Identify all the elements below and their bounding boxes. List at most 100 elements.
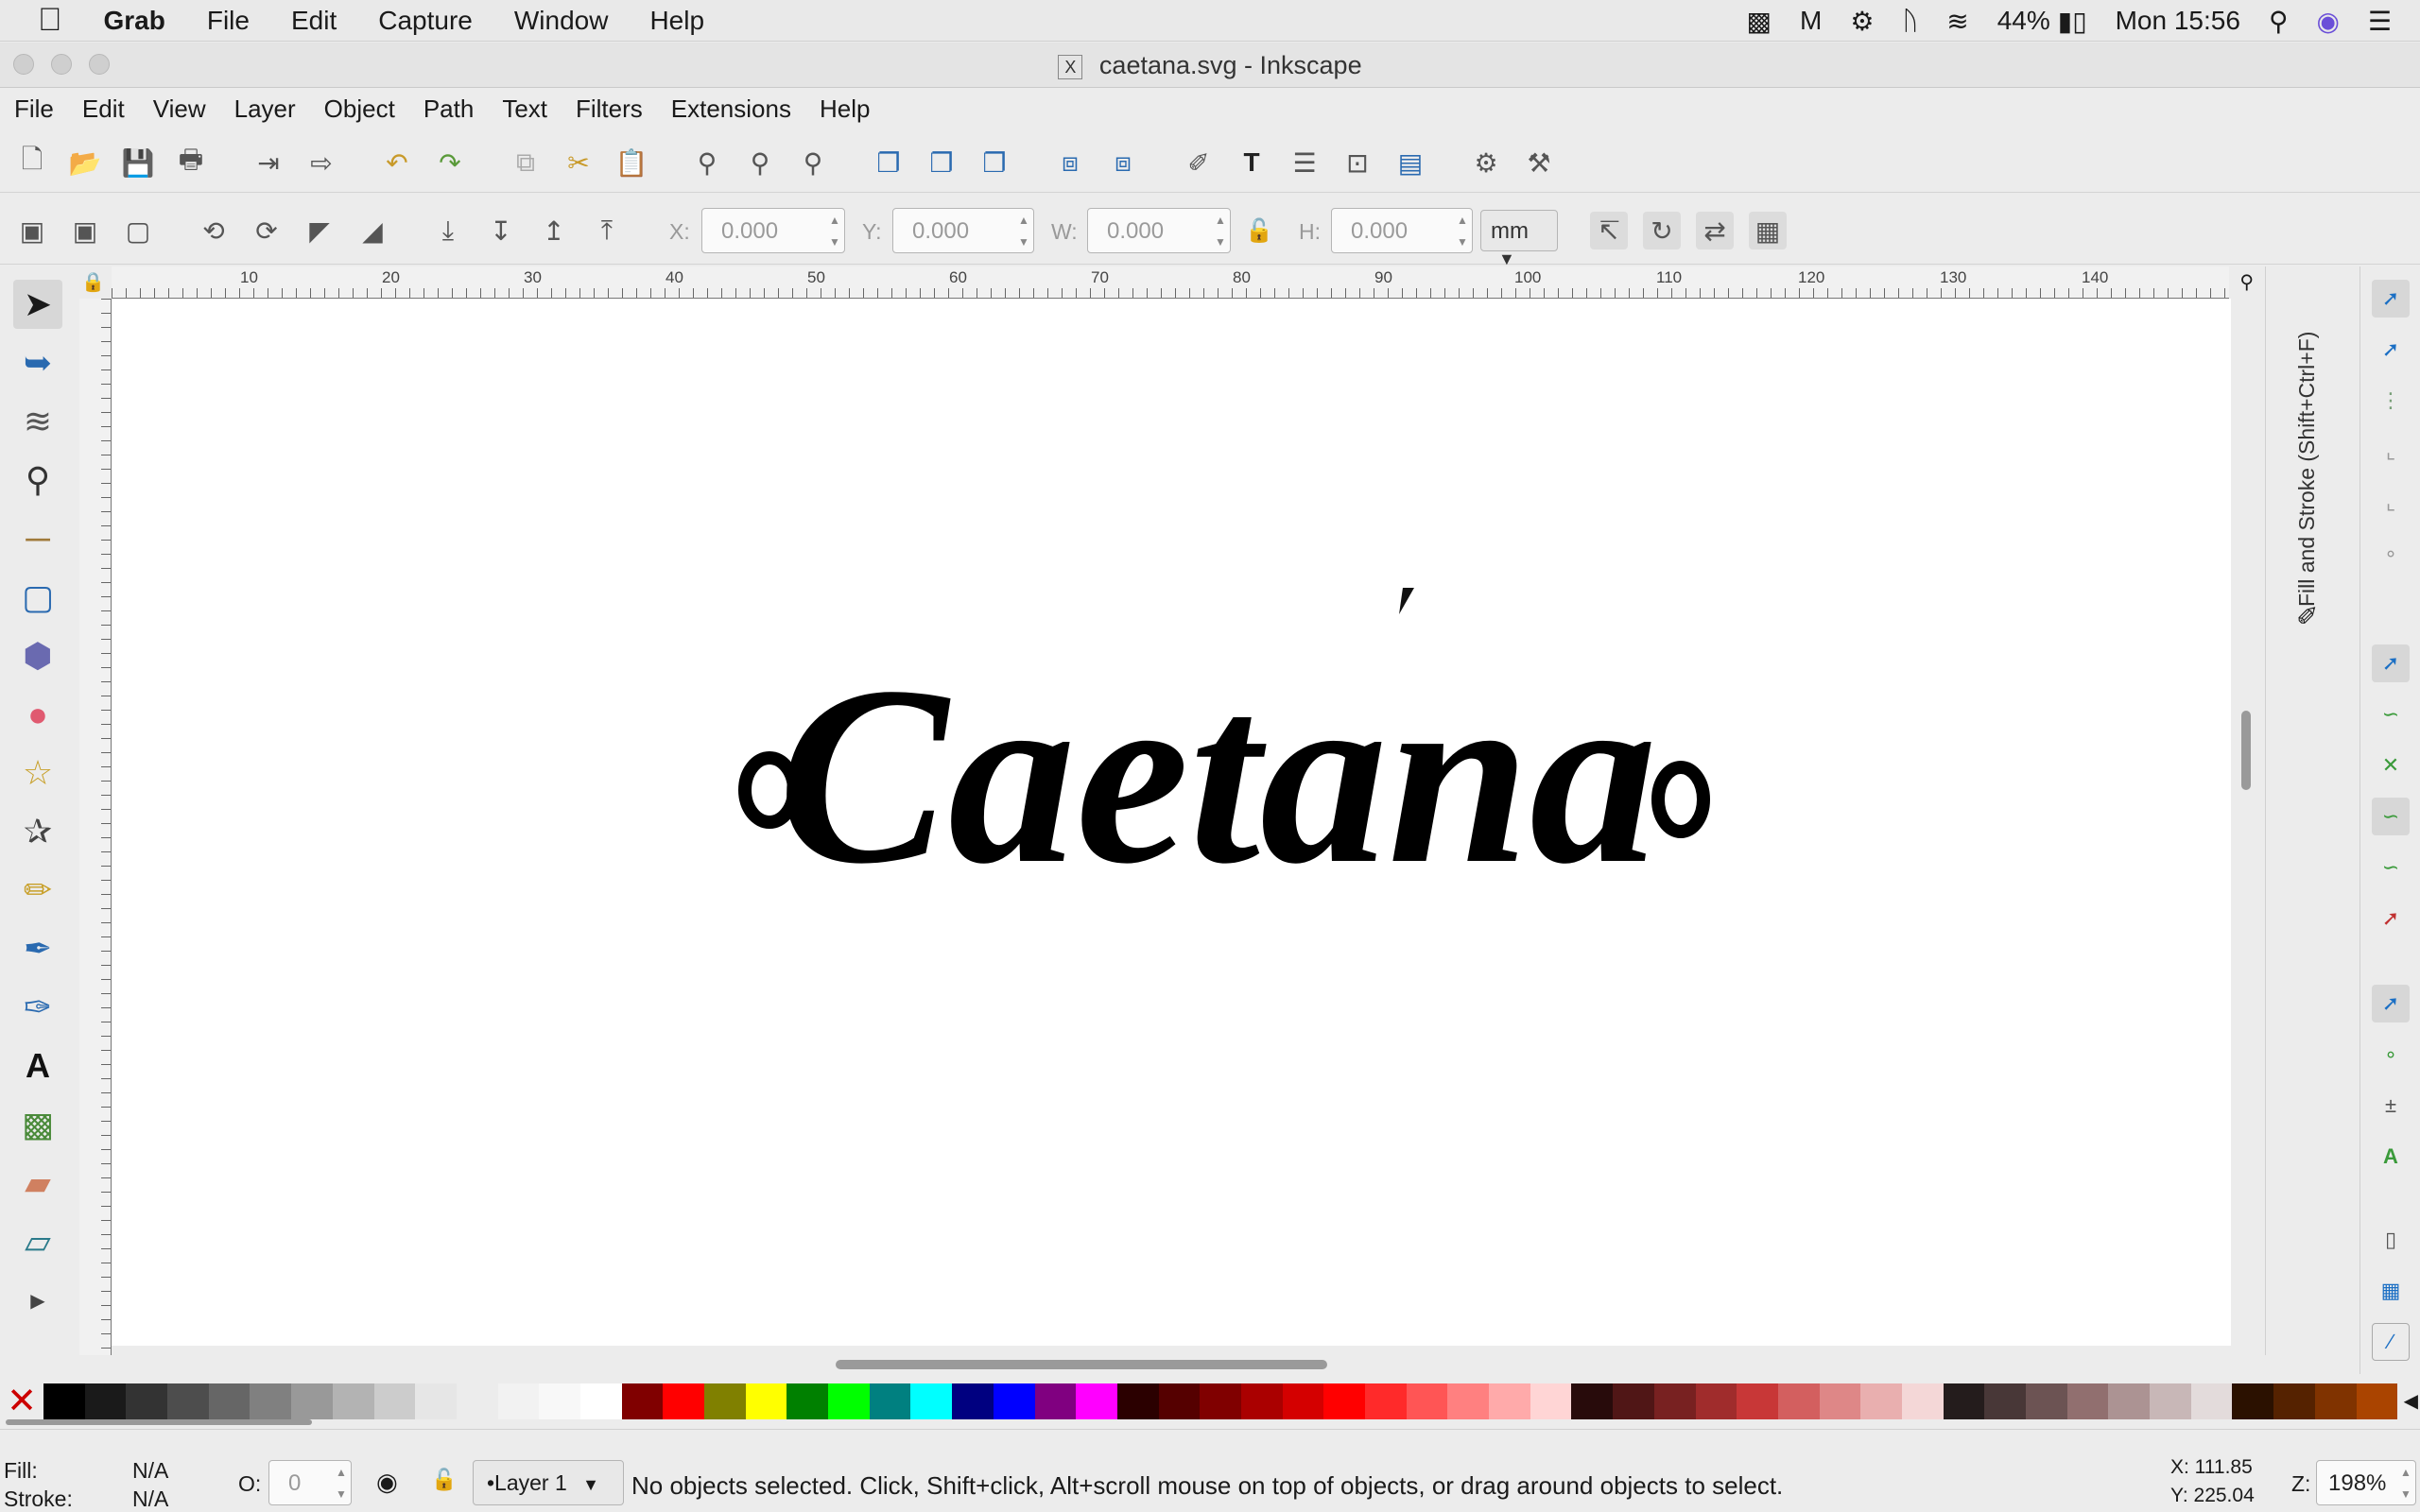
color-swatch[interactable] bbox=[1489, 1383, 1530, 1419]
color-swatch[interactable] bbox=[1571, 1383, 1614, 1419]
snap-grid-icon[interactable]: ▦ bbox=[2372, 1272, 2410, 1310]
notification-center-icon[interactable]: ☰ bbox=[2368, 6, 2392, 37]
preferences-icon[interactable]: ⚒ bbox=[1520, 144, 1558, 181]
color-swatch[interactable] bbox=[621, 1383, 664, 1419]
spray-tool-icon[interactable]: ▩ bbox=[13, 1100, 62, 1149]
lock-guides-icon[interactable]: 🔒 bbox=[81, 270, 105, 294]
color-swatch[interactable] bbox=[1406, 1383, 1448, 1419]
fill-stroke-dock-tab[interactable]: Fill and Stroke (Shift+Ctrl+F) ✐ bbox=[2265, 266, 2360, 1355]
color-swatch[interactable] bbox=[1777, 1383, 1820, 1419]
color-swatch[interactable] bbox=[993, 1383, 1035, 1419]
snap-guides-icon[interactable]: ∕ bbox=[2372, 1323, 2410, 1361]
toggle-lock-icon[interactable]: 🔓 bbox=[431, 1468, 457, 1492]
save-icon[interactable]: 💾 bbox=[119, 144, 157, 181]
color-swatch[interactable] bbox=[250, 1383, 292, 1419]
menu-filters[interactable]: Filters bbox=[562, 94, 657, 124]
color-swatch[interactable] bbox=[2150, 1383, 2191, 1419]
fan-icon[interactable]: ⚙ bbox=[1850, 6, 1874, 37]
x-field[interactable]: 0.000 ▲ ▼ bbox=[701, 208, 845, 253]
snap-rotation-centers-icon[interactable]: ± bbox=[2372, 1087, 2410, 1125]
color-swatch[interactable] bbox=[84, 1383, 127, 1419]
color-swatch[interactable] bbox=[1530, 1383, 1572, 1419]
w-field[interactable]: 0.000 ▲ ▼ bbox=[1087, 208, 1231, 253]
color-swatch[interactable] bbox=[208, 1383, 251, 1419]
paste-icon[interactable]: 📋 bbox=[613, 144, 650, 181]
zoom-corner-icon[interactable]: ⚲ bbox=[2239, 270, 2254, 294]
snap-others-icon[interactable]: ➚ bbox=[2372, 985, 2410, 1022]
mac-menu-edit[interactable]: Edit bbox=[291, 6, 337, 36]
deselect-icon[interactable]: ▢ bbox=[119, 212, 157, 249]
color-swatch[interactable] bbox=[2190, 1383, 2233, 1419]
document-properties-icon[interactable]: ⚙ bbox=[1467, 144, 1505, 181]
vertical-scroll-thumb[interactable] bbox=[2241, 711, 2251, 790]
color-swatch[interactable] bbox=[291, 1383, 333, 1419]
zoom-drawing-icon[interactable]: ⚲ bbox=[741, 144, 779, 181]
clone-icon[interactable]: ❐ bbox=[923, 144, 960, 181]
lower-icon[interactable]: ↧ bbox=[482, 212, 520, 249]
rotate-ccw-icon[interactable]: ⟲ bbox=[195, 212, 233, 249]
fill-value[interactable]: N/A bbox=[132, 1458, 168, 1484]
color-swatch[interactable] bbox=[126, 1383, 168, 1419]
select-all-layers-icon[interactable]: ▣ bbox=[66, 212, 104, 249]
ellipse-tool-icon[interactable]: ● bbox=[13, 690, 62, 739]
color-swatch[interactable] bbox=[1695, 1383, 1737, 1419]
zoom-field[interactable]: 198% ▲ ▼ bbox=[2316, 1460, 2416, 1505]
spotlight-search-icon[interactable]: ⚲ bbox=[2269, 6, 2289, 37]
expand-toolbox-icon[interactable]: ▶ bbox=[13, 1276, 62, 1325]
layers-icon[interactable]: ☰ bbox=[1286, 144, 1323, 181]
pencil-tool-icon[interactable]: ✏ bbox=[13, 866, 62, 915]
opacity-spinner[interactable]: ▲ ▼ bbox=[332, 1461, 351, 1504]
battery-icon[interactable]: ▮▯ bbox=[2058, 6, 2087, 37]
raise-to-top-icon[interactable]: ⤒ bbox=[588, 212, 626, 249]
color-swatch[interactable] bbox=[1901, 1383, 1944, 1419]
calligraphy-tool-icon[interactable]: ✑ bbox=[13, 983, 62, 1032]
color-swatch[interactable] bbox=[910, 1383, 953, 1419]
text-tool-icon[interactable]: A bbox=[13, 1041, 62, 1091]
menu-text[interactable]: Text bbox=[488, 94, 562, 124]
color-swatch[interactable] bbox=[1116, 1383, 1159, 1419]
no-paint-icon[interactable]: ✕ bbox=[4, 1383, 40, 1419]
menu-view[interactable]: View bbox=[139, 94, 220, 124]
color-swatch[interactable] bbox=[1860, 1383, 1902, 1419]
measure-tool-icon[interactable]: ─ bbox=[13, 514, 62, 563]
mac-menu-app[interactable]: Grab bbox=[104, 6, 165, 36]
stroke-value[interactable]: N/A bbox=[132, 1486, 168, 1512]
copy-icon[interactable]: ⧉ bbox=[507, 144, 544, 181]
color-swatch[interactable] bbox=[1653, 1383, 1696, 1419]
star-tool-icon[interactable]: ☆ bbox=[13, 748, 62, 798]
snap-paths-icon[interactable]: ∽ bbox=[2372, 696, 2410, 733]
opacity-field[interactable]: 0 ▲ ▼ bbox=[268, 1460, 352, 1505]
mac-menu-file[interactable]: File bbox=[207, 6, 250, 36]
color-swatch[interactable] bbox=[1034, 1383, 1077, 1419]
snap-page-border-icon[interactable]: ▯ bbox=[2372, 1221, 2410, 1259]
drawing-canvas[interactable]: Caetana bbox=[112, 299, 2231, 1346]
unlink-clone-icon[interactable]: ❐ bbox=[976, 144, 1013, 181]
ungroup-icon[interactable]: ⧈ bbox=[1104, 144, 1142, 181]
scale-stroke-icon[interactable]: ↸ bbox=[1590, 212, 1628, 249]
scale-radii-icon[interactable]: ↻ bbox=[1643, 212, 1681, 249]
y-spinner[interactable]: ▲ ▼ bbox=[1014, 209, 1033, 252]
color-swatch[interactable] bbox=[663, 1383, 704, 1419]
zoom-page-icon[interactable]: ⚲ bbox=[794, 144, 832, 181]
snap-intersections-icon[interactable]: ✕ bbox=[2372, 747, 2410, 784]
eraser-tool-icon[interactable]: ▰ bbox=[13, 1159, 62, 1208]
color-swatch[interactable] bbox=[952, 1383, 994, 1419]
move-patterns-icon[interactable]: ▦ bbox=[1749, 212, 1787, 249]
color-swatch[interactable] bbox=[2066, 1383, 2109, 1419]
menu-extensions[interactable]: Extensions bbox=[657, 94, 805, 124]
snap-smooth-nodes-icon[interactable]: ∽ bbox=[2372, 849, 2410, 886]
color-swatch[interactable] bbox=[2026, 1383, 2067, 1419]
duplicate-icon[interactable]: ❐ bbox=[870, 144, 908, 181]
menu-layer[interactable]: Layer bbox=[220, 94, 310, 124]
color-swatch[interactable] bbox=[415, 1383, 457, 1419]
import-icon[interactable]: ⇥ bbox=[250, 144, 287, 181]
paint-bucket-tool-icon[interactable]: ▱ bbox=[13, 1217, 62, 1266]
siri-icon[interactable]: ◉ bbox=[2316, 6, 2339, 37]
menu-object[interactable]: Object bbox=[310, 94, 409, 124]
vertical-scrollbar[interactable] bbox=[2231, 299, 2261, 1346]
palette-menu-icon[interactable]: ◀ bbox=[2404, 1389, 2418, 1413]
layer-dropdown[interactable]: •Layer 1 ▼ bbox=[473, 1460, 624, 1505]
window-zoom-button[interactable] bbox=[89, 54, 110, 75]
color-swatch[interactable] bbox=[1200, 1383, 1241, 1419]
group-icon[interactable]: ⧈ bbox=[1051, 144, 1089, 181]
